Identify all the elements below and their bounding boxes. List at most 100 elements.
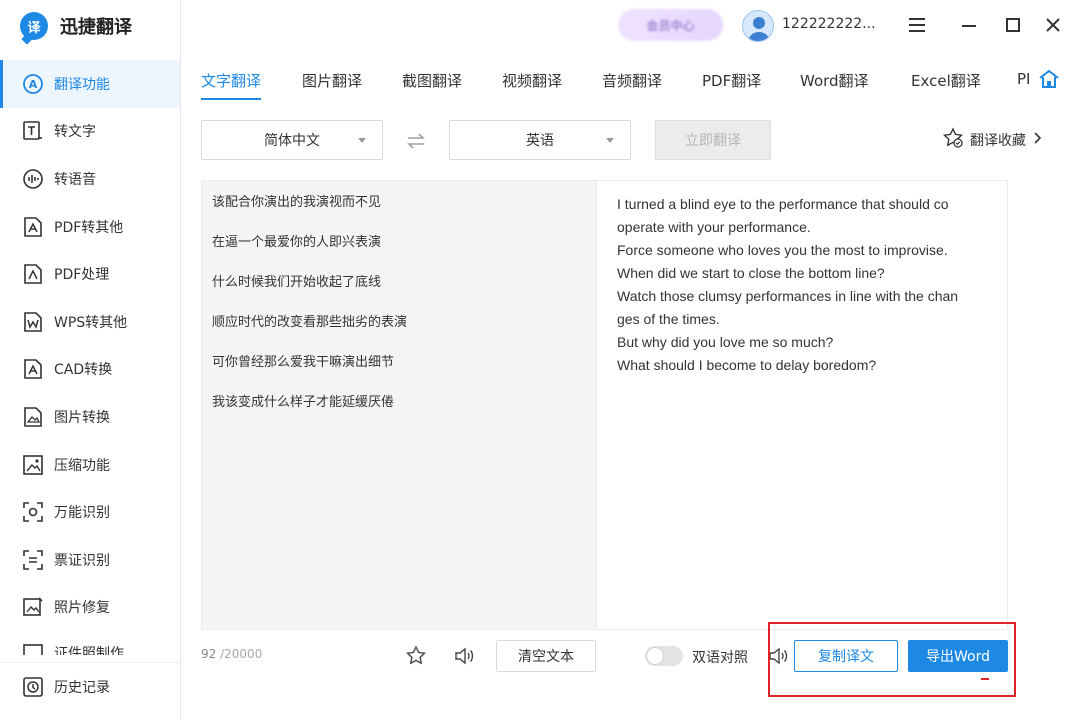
favorites-link[interactable]: 翻译收藏 xyxy=(942,129,1042,151)
translation-line: operate with your performance. xyxy=(617,216,987,239)
source-line: 顺应时代的改变看那些拙劣的表演 xyxy=(212,313,586,353)
source-line: 我该变成什么样子才能延缓厌倦 xyxy=(212,393,586,433)
sidebar: 译 迅捷翻译 A 翻译功能 转文字 转语音 xyxy=(0,0,181,720)
svg-text:A: A xyxy=(29,78,38,91)
sidebar-item-ticket[interactable]: 票证识别 xyxy=(0,536,180,584)
translation-line: But why did you love me so much? xyxy=(617,331,987,354)
bilingual-label: 双语对照 xyxy=(692,647,748,667)
copy-translation-button[interactable]: 复制译文 xyxy=(794,640,898,672)
sidebar-item-image-convert[interactable]: 图片转换 xyxy=(0,393,180,441)
text-convert-icon xyxy=(22,120,44,142)
sidebar-item-label: 图片转换 xyxy=(54,407,110,427)
clear-text-button[interactable]: 清空文本 xyxy=(496,640,596,672)
sidebar-item-photo-repair[interactable]: 照片修复 xyxy=(0,584,180,632)
sidebar-item-label: 万能识别 xyxy=(54,502,110,522)
target-language-value: 英语 xyxy=(526,130,554,150)
vip-button[interactable]: 会员中心 xyxy=(618,9,723,41)
bilingual-toggle[interactable] xyxy=(645,646,683,666)
star-icon[interactable] xyxy=(404,644,428,668)
export-word-button[interactable]: 导出Word xyxy=(908,640,1008,672)
recognize-icon xyxy=(22,501,44,523)
source-line: 该配合你演出的我演视而不见 xyxy=(212,193,586,233)
sidebar-item-translate[interactable]: A 翻译功能 xyxy=(0,60,180,108)
history-label: 历史记录 xyxy=(54,677,110,697)
tab-image-translate[interactable]: 图片翻译 xyxy=(302,70,362,91)
star-check-icon xyxy=(942,127,964,153)
sidebar-item-text-convert[interactable]: 转文字 xyxy=(0,108,180,156)
avatar[interactable] xyxy=(742,10,774,42)
sidebar-item-label: 转语音 xyxy=(54,169,96,189)
annotation-mark xyxy=(981,678,989,680)
sidebar-item-pdf-convert[interactable]: PDF转其他 xyxy=(0,203,180,251)
source-language-value: 简体中文 xyxy=(264,130,320,150)
translator-app: 译 迅捷翻译 A 翻译功能 转文字 转语音 xyxy=(0,0,1080,720)
tab-ppt-translate[interactable]: PI xyxy=(1017,70,1030,88)
speaker-icon[interactable] xyxy=(452,644,476,668)
sidebar-item-wps-convert[interactable]: WPS转其他 xyxy=(0,298,180,346)
sidebar-item-cad-convert[interactable]: CAD转换 xyxy=(0,346,180,394)
chevron-down-icon xyxy=(358,138,366,143)
translation-line: What should I become to delay boredom? xyxy=(617,354,987,377)
translation-line: ges of the times. xyxy=(617,308,987,331)
sidebar-item-compress[interactable]: 压缩功能 xyxy=(0,441,180,489)
menu-icon[interactable] xyxy=(906,14,928,36)
brand: 译 迅捷翻译 xyxy=(20,10,132,42)
image-convert-icon xyxy=(22,406,44,428)
minimize-icon[interactable] xyxy=(958,14,980,36)
history-icon xyxy=(22,676,44,698)
id-photo-icon xyxy=(22,643,44,655)
sidebar-item-pdf-process[interactable]: PDF处理 xyxy=(0,250,180,298)
tab-text-translate[interactable]: 文字翻译 xyxy=(201,70,261,91)
tab-pdf-translate[interactable]: PDF翻译 xyxy=(702,70,761,91)
sidebar-item-label: CAD转换 xyxy=(54,359,112,379)
sidebar-item-recognize[interactable]: 万能识别 xyxy=(0,488,180,536)
source-line: 在逼一个最爱你的人即兴表演 xyxy=(212,233,586,273)
sidebar-item-label: WPS转其他 xyxy=(54,312,127,332)
translation-line: I turned a blind eye to the performance … xyxy=(617,193,987,216)
tab-word-translate[interactable]: Word翻译 xyxy=(800,70,869,91)
translate-button[interactable]: 立即翻译 xyxy=(655,120,771,160)
title-bar: 会员中心 122222222... xyxy=(181,0,1080,52)
tab-video-translate[interactable]: 视频翻译 xyxy=(502,70,562,91)
sidebar-item-label: PDF转其他 xyxy=(54,217,123,237)
sidebar-item-voice[interactable]: 转语音 xyxy=(0,155,180,203)
translation-line: Force someone who loves you the most to … xyxy=(617,239,987,262)
history-button[interactable]: 历史记录 xyxy=(0,662,180,710)
favorites-label: 翻译收藏 xyxy=(970,130,1026,150)
translation-line: When did we start to close the bottom li… xyxy=(617,262,987,285)
app-logo-icon: 译 xyxy=(20,12,48,40)
voice-icon xyxy=(22,168,44,190)
ticket-icon xyxy=(22,549,44,571)
source-line: 什么时候我们开始收起了底线 xyxy=(212,273,586,313)
photo-repair-icon xyxy=(22,596,44,618)
maximize-icon[interactable] xyxy=(1002,14,1024,36)
sidebar-item-label: 转文字 xyxy=(54,121,96,141)
sidebar-item-label: PDF处理 xyxy=(54,264,109,284)
home-icon[interactable] xyxy=(1038,69,1060,89)
character-count: 92 xyxy=(201,647,216,661)
tab-audio-translate[interactable]: 音频翻译 xyxy=(602,70,662,91)
sidebar-item-label: 翻译功能 xyxy=(54,74,110,94)
source-language-select[interactable]: 简体中文 xyxy=(201,120,383,160)
translation-line: Watch those clumsy performances in line … xyxy=(617,285,987,308)
sidebar-item-label: 压缩功能 xyxy=(54,455,110,475)
pdf-process-icon xyxy=(22,263,44,285)
translation-result-area[interactable]: I turned a blind eye to the performance … xyxy=(596,180,1008,630)
swap-languages-icon[interactable] xyxy=(405,130,427,152)
chevron-down-icon xyxy=(606,138,614,143)
speaker-icon[interactable] xyxy=(766,644,790,668)
pdf-convert-icon xyxy=(22,216,44,238)
tab-excel-translate[interactable]: Excel翻译 xyxy=(911,70,981,91)
sidebar-item-label: 证件照制作 xyxy=(54,643,124,655)
cad-icon xyxy=(22,358,44,380)
username[interactable]: 122222222... xyxy=(782,16,876,32)
close-icon[interactable] xyxy=(1042,14,1064,36)
target-language-select[interactable]: 英语 xyxy=(449,120,631,160)
sidebar-nav: A 翻译功能 转文字 转语音 PDF转其他 xyxy=(0,60,180,655)
tab-screenshot-translate[interactable]: 截图翻译 xyxy=(402,70,462,91)
character-limit: /20000 xyxy=(220,647,262,661)
sidebar-item-label: 票证识别 xyxy=(54,550,110,570)
translate-icon: A xyxy=(22,73,44,95)
source-text-area[interactable]: 该配合你演出的我演视而不见 在逼一个最爱你的人即兴表演 什么时候我们开始收起了底… xyxy=(201,180,596,630)
sidebar-item-id-photo[interactable]: 证件照制作 xyxy=(0,631,180,655)
